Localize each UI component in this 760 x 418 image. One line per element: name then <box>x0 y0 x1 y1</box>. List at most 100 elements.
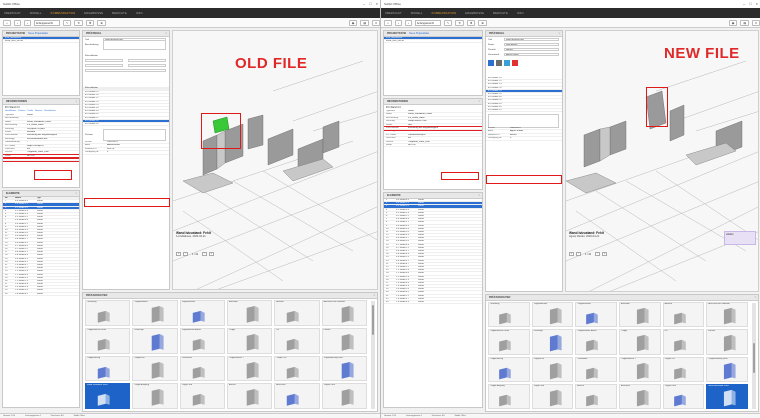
view-thumbnail[interactable]: Treppe Ost <box>662 356 705 382</box>
gallery-scrollbar[interactable] <box>752 303 756 409</box>
view-thumbnail[interactable]: Treppe Dach <box>662 383 705 409</box>
nav-results[interactable]: ERGEBNISSE <box>465 12 484 15</box>
view-thumbnail[interactable]: Treppe Süd <box>531 383 574 409</box>
view-thumbnail[interactable]: Unterzüge <box>132 327 178 354</box>
view-thumbnail[interactable]: Anschluss <box>274 383 320 409</box>
view-thumbnail[interactable]: Treppenbühne 1 <box>619 356 661 382</box>
view-thumbnail[interactable]: Unterzüge <box>531 329 574 355</box>
view-thumbnail[interactable]: Ansicht <box>575 383 617 409</box>
view-thumbnail[interactable]: Wand Istzustand: Fehlt <box>706 383 748 409</box>
prev-button[interactable]: ‹ <box>183 252 188 256</box>
close-icon[interactable]: × <box>479 99 480 104</box>
nav-overview[interactable]: ÜBERSICHT <box>4 12 21 15</box>
view-thumbnail[interactable]: Treppenbühne Anbau <box>575 329 617 355</box>
view-thumbnail[interactable]: Fenster <box>321 327 367 354</box>
priority-select[interactable] <box>128 58 166 63</box>
view-thumbnail[interactable]: Anschluss <box>619 383 661 409</box>
prev-button[interactable]: ‹ <box>576 252 581 256</box>
close-icon[interactable]: × <box>755 295 756 300</box>
section-button[interactable]: ▤ <box>740 19 750 26</box>
select-tool-button[interactable]: ↖ <box>443 19 453 26</box>
view-thumbnail[interactable]: Ansichten <box>619 302 661 328</box>
view-thumbnail[interactable]: Treppe Ausgang <box>132 383 178 409</box>
view-thumbnail[interactable]: Treppentfnung <box>488 356 530 382</box>
nav-info[interactable]: INFO <box>136 12 143 15</box>
view-select[interactable]: Anfangsansicht <box>414 19 441 26</box>
view-thumbnail[interactable]: Tentffnung <box>85 300 131 326</box>
close-icon[interactable]: × <box>76 191 77 196</box>
priority-select[interactable]: Normal <box>504 47 559 52</box>
view-thumbnail[interactable]: Wand Istzustand: Fehlt <box>85 383 131 409</box>
view-thumbnail[interactable]: Treppenbauteil <box>132 300 178 326</box>
owner-select[interactable] <box>128 63 166 68</box>
nav-reports[interactable]: BERICHTE <box>112 12 127 15</box>
table-row[interactable]: 33 1.6 Wand 0.9 Wand <box>384 301 482 305</box>
swatch[interactable] <box>496 60 502 66</box>
pan-tool-button[interactable]: ✥ <box>466 19 476 26</box>
new-project-link[interactable]: Neue Projektdatei <box>409 31 429 36</box>
status-select[interactable]: Wird geprüft <box>504 42 559 47</box>
model-viewport[interactable]: OLD FILE Wand Istzustand: Fehlt b.Andlat… <box>172 30 378 290</box>
minimize-icon[interactable]: – <box>743 1 745 6</box>
zoom-tool-button[interactable]: ⊕ <box>478 19 487 26</box>
first-button[interactable]: « <box>176 252 181 256</box>
last-button[interactable]: » <box>208 252 214 256</box>
layers-button[interactable]: ≡ <box>752 19 760 26</box>
status-select[interactable] <box>85 58 123 63</box>
position-field[interactable] <box>103 128 166 141</box>
nav-overview[interactable]: ÜBERSICHT <box>385 12 402 15</box>
forward-button[interactable]: › <box>23 19 31 26</box>
gallery-scrollbar[interactable] <box>371 301 375 409</box>
project-file-item[interactable]: MWE_Neu_v03.ifc <box>3 40 79 44</box>
nav-reports[interactable]: BERICHTE <box>493 12 508 15</box>
nav-info[interactable]: INFO <box>517 12 524 15</box>
view-thumbnail[interactable]: Trennwand <box>179 355 225 382</box>
next-button[interactable]: › <box>201 252 207 256</box>
last-button[interactable]: » <box>601 252 607 256</box>
maximize-icon[interactable]: □ <box>369 1 371 6</box>
view-thumbnail[interactable]: Treppe Ausgang <box>488 383 530 409</box>
view-thumbnail[interactable]: Treppe <box>226 327 273 354</box>
zoom-tool-button[interactable]: ⊕ <box>97 19 106 26</box>
description-field[interactable] <box>103 39 166 50</box>
maximize-icon[interactable]: □ <box>749 1 751 6</box>
view-thumbnail[interactable]: Treppen Elt <box>531 356 574 382</box>
close-icon[interactable]: × <box>479 193 480 198</box>
first-button[interactable]: « <box>569 252 574 256</box>
model-viewport[interactable]: NEW FILE effektiv Wand Istzustand: Fehlt… <box>565 30 759 292</box>
view-thumbnail[interactable]: Treppenbauteil <box>531 302 574 328</box>
camera-button[interactable]: ◉ <box>728 19 738 26</box>
view-thumbnail[interactable]: Trennwand <box>575 356 617 382</box>
nav-model[interactable]: MODELL <box>30 12 42 15</box>
view-thumbnail[interactable]: Ausfahrt <box>662 302 705 328</box>
view-thumbnail[interactable]: Treppenbühne 1 <box>226 355 273 382</box>
select-tool-button[interactable]: ↖ <box>62 19 72 26</box>
view-thumbnail[interactable]: Treppenöffnung West <box>706 356 748 382</box>
home-button[interactable]: ⌂ <box>384 19 392 26</box>
view-thumbnail[interactable]: Treppenbühne Decke <box>85 327 131 354</box>
swatch[interactable] <box>504 60 510 66</box>
back-button[interactable]: ‹ <box>394 19 402 26</box>
new-project-link[interactable]: Neue Projektdatei <box>28 31 48 36</box>
close-icon[interactable]: × <box>76 99 77 104</box>
orbit-tool-button[interactable]: ↻ <box>74 19 83 26</box>
view-thumbnail[interactable]: Treppentfnung <box>85 355 131 382</box>
close-icon[interactable]: × <box>756 1 758 6</box>
nav-model[interactable]: MODELL <box>411 12 423 15</box>
orbit-tool-button[interactable]: ↻ <box>455 19 464 26</box>
table-row[interactable]: 30 1.4 Wand 0.2 Wand <box>3 293 79 296</box>
title-field[interactable]: Wand Bestand Neu <box>504 37 559 42</box>
view-thumbnail[interactable]: Ansicht <box>226 383 273 409</box>
view-thumbnail[interactable]: Ansichten <box>226 300 273 326</box>
forward-button[interactable]: › <box>404 19 412 26</box>
view-thumbnail[interactable]: Treppen Elt <box>132 355 178 382</box>
close-icon[interactable]: × <box>374 293 375 298</box>
phase-select[interactable] <box>85 63 123 68</box>
view-thumbnail[interactable]: Lift <box>274 327 320 354</box>
section-button[interactable]: ▤ <box>360 19 370 26</box>
nav-communication[interactable]: KOMMUNIKATION <box>51 12 76 15</box>
close-icon[interactable]: × <box>376 1 378 6</box>
view-thumbnail[interactable]: Treppe Süd <box>179 383 225 409</box>
view-thumbnail[interactable]: Treppe <box>619 329 661 355</box>
category-select[interactable] <box>85 68 166 73</box>
